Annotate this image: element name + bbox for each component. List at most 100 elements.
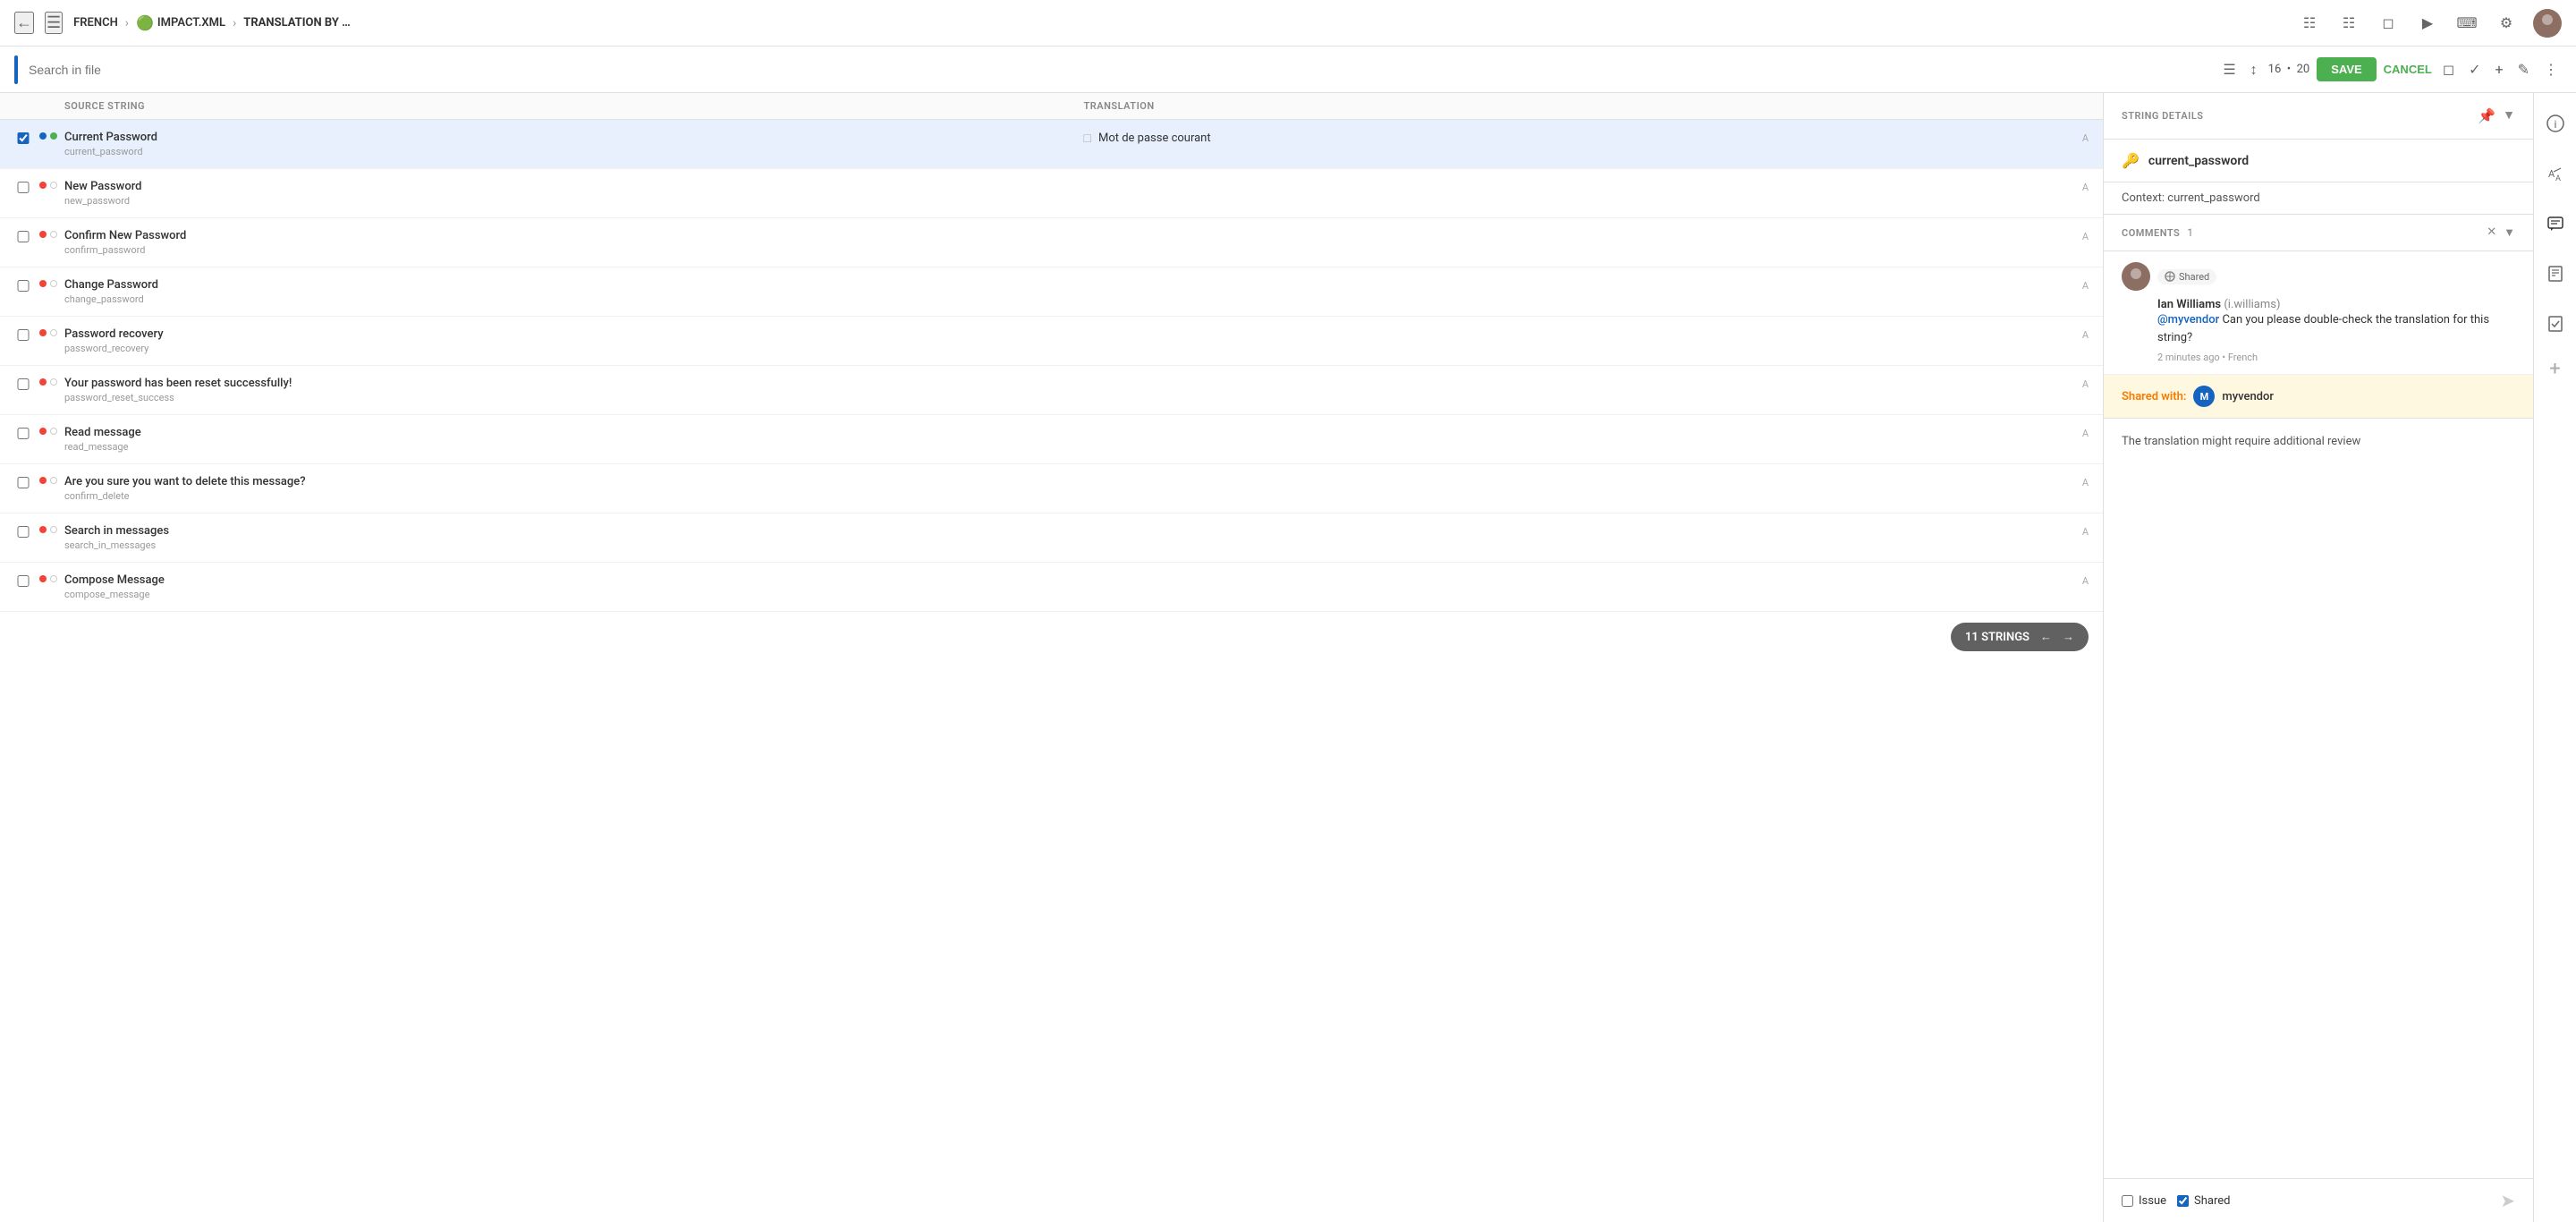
indicator-empty: [50, 477, 57, 484]
terminal-icon[interactable]: ▶: [2415, 11, 2440, 36]
row-checkbox-3[interactable]: [14, 231, 32, 242]
row-checkbox-10[interactable]: [14, 575, 32, 587]
row-checkbox-2[interactable]: [14, 182, 32, 193]
table-row[interactable]: Current Password current_password □ Mot …: [0, 120, 2103, 169]
issue-checkbox[interactable]: [2122, 1195, 2133, 1207]
auto-translate-icon-1[interactable]: A: [2082, 132, 2089, 144]
auto-translate-icon-7[interactable]: A: [2082, 428, 2089, 439]
send-button[interactable]: ➤: [2500, 1190, 2515, 1211]
auto-translate-icon-9[interactable]: A: [2082, 526, 2089, 538]
keyboard-icon[interactable]: ⌨: [2454, 11, 2479, 36]
table-row[interactable]: Are you sure you want to delete this mes…: [0, 464, 2103, 513]
toolbar-indicator: [14, 55, 18, 84]
row-checkbox-5[interactable]: [14, 329, 32, 341]
row-checkbox-7[interactable]: [14, 428, 32, 439]
indicator-red: [39, 182, 47, 189]
shared-checkbox-label[interactable]: Shared: [2177, 1194, 2230, 1208]
settings-icon[interactable]: ⚙: [2494, 11, 2519, 36]
auto-translate-icon-6[interactable]: A: [2082, 378, 2089, 390]
cancel-button[interactable]: CANCEL: [2384, 63, 2432, 76]
prev-arrow[interactable]: ←: [2040, 630, 2052, 644]
top-header: ← ☰ FRENCH › 🟢 IMPACT.XML › TRANSLATION …: [0, 0, 2576, 47]
more-icon[interactable]: ⋮: [2540, 57, 2562, 81]
breadcrumb-french[interactable]: FRENCH: [73, 16, 118, 30]
auto-translate-icon-4[interactable]: A: [2082, 280, 2089, 292]
indicator-red: [39, 575, 47, 582]
indicator-empty: [50, 280, 57, 287]
source-key-4: change_password: [64, 293, 1070, 305]
auto-translate-icon-3[interactable]: A: [2082, 231, 2089, 242]
strings-badge[interactable]: 11 STRINGS ← →: [1951, 623, 2089, 651]
source-key-5: password_recovery: [64, 343, 1070, 354]
table-row[interactable]: Change Password change_password A: [0, 267, 2103, 317]
breadcrumb-mode[interactable]: TRANSLATION BY …: [243, 16, 350, 30]
comments-header: COMMENTS 1 ✕ ▼: [2104, 215, 2533, 251]
context-value: current_password: [2167, 191, 2259, 205]
auto-translate-icon-2[interactable]: A: [2082, 182, 2089, 193]
breadcrumb-file[interactable]: IMPACT.XML: [157, 16, 225, 30]
breadcrumb: FRENCH › 🟢 IMPACT.XML › TRANSLATION BY …: [73, 14, 2297, 31]
filter-icon[interactable]: ☰: [2219, 57, 2239, 81]
row-translation-1: □ Mot de passe courant A: [1084, 131, 2089, 146]
search-input[interactable]: [29, 59, 2212, 81]
right-panel: STRING DETAILS 📌 ▼ 🔑 current_password Co…: [2104, 93, 2533, 1222]
table-row[interactable]: Compose Message compose_message A: [0, 563, 2103, 612]
expand-comments-icon[interactable]: ▼: [2504, 225, 2515, 240]
comment-sidebar-icon[interactable]: [2539, 208, 2572, 240]
source-text-2: New Password: [64, 180, 1070, 193]
source-text-4: Change Password: [64, 278, 1070, 292]
strings-count-label: 11 STRINGS: [1965, 631, 2029, 644]
next-arrow[interactable]: →: [2063, 630, 2074, 644]
indicator-red: [39, 378, 47, 386]
edit-icon[interactable]: ✎: [2514, 57, 2533, 81]
save-button[interactable]: SAVE: [2317, 57, 2376, 81]
source-key-3: confirm_password: [64, 244, 1070, 256]
svg-text:i: i: [2554, 118, 2556, 131]
row-checkbox-8[interactable]: [14, 477, 32, 488]
back-button[interactable]: ←: [14, 12, 34, 34]
indicator-empty: [50, 231, 57, 238]
table-row[interactable]: Read message read_message A: [0, 415, 2103, 464]
indicator-empty: [50, 575, 57, 582]
info-icon[interactable]: i: [2539, 107, 2572, 140]
shared-with-bar: Shared with: M myvendor: [2104, 375, 2533, 419]
sort-icon[interactable]: ↕: [2247, 57, 2261, 82]
file-check-icon[interactable]: [2539, 308, 2572, 340]
row-checkbox-1[interactable]: [14, 132, 32, 144]
menu-button[interactable]: ☰: [45, 12, 63, 34]
table-row[interactable]: Password recovery password_recovery A: [0, 317, 2103, 366]
copy-icon[interactable]: ◻: [2439, 57, 2458, 81]
details-header: STRING DETAILS 📌 ▼: [2104, 93, 2533, 140]
grid-view-icon[interactable]: ☷: [2336, 11, 2361, 36]
issue-checkbox-label[interactable]: Issue: [2122, 1194, 2166, 1208]
table-row[interactable]: Confirm New Password confirm_password A: [0, 218, 2103, 267]
avatar[interactable]: [2533, 9, 2562, 38]
table-row[interactable]: New Password new_password A: [0, 169, 2103, 218]
float-badge-container: 11 STRINGS ← →: [0, 612, 2103, 662]
source-key-10: compose_message: [64, 589, 1070, 600]
check-icon[interactable]: ✓: [2465, 57, 2484, 81]
row-checkbox-9[interactable]: [14, 526, 32, 538]
source-text-10: Compose Message: [64, 573, 1070, 587]
row-checkbox-6[interactable]: [14, 378, 32, 390]
translate-icon[interactable]: AA: [2539, 157, 2572, 190]
add-panel-button[interactable]: +: [2549, 358, 2560, 380]
comment-icon-1[interactable]: □: [1084, 131, 1091, 146]
glossary-icon[interactable]: [2539, 258, 2572, 290]
auto-translate-icon-10[interactable]: A: [2082, 575, 2089, 587]
pin-icon[interactable]: 📌: [2478, 107, 2496, 124]
source-text-8: Are you sure you want to delete this mes…: [64, 475, 1070, 488]
row-indicators-1: [39, 132, 57, 140]
table-row[interactable]: Your password has been reset successfull…: [0, 366, 2103, 415]
list-view-icon[interactable]: ☷: [2297, 11, 2322, 36]
shared-checkbox[interactable]: [2177, 1195, 2189, 1207]
auto-translate-icon-8[interactable]: A: [2082, 477, 2089, 488]
add-icon[interactable]: +: [2492, 57, 2507, 81]
search-input-wrap[interactable]: [29, 59, 2212, 81]
expand-icon[interactable]: ▼: [2503, 107, 2515, 124]
row-checkbox-4[interactable]: [14, 280, 32, 292]
pin-comments-icon[interactable]: ✕: [2487, 225, 2496, 240]
auto-translate-icon-5[interactable]: A: [2082, 329, 2089, 341]
split-view-icon[interactable]: ◻: [2376, 11, 2401, 36]
table-row[interactable]: Search in messages search_in_messages A: [0, 513, 2103, 563]
